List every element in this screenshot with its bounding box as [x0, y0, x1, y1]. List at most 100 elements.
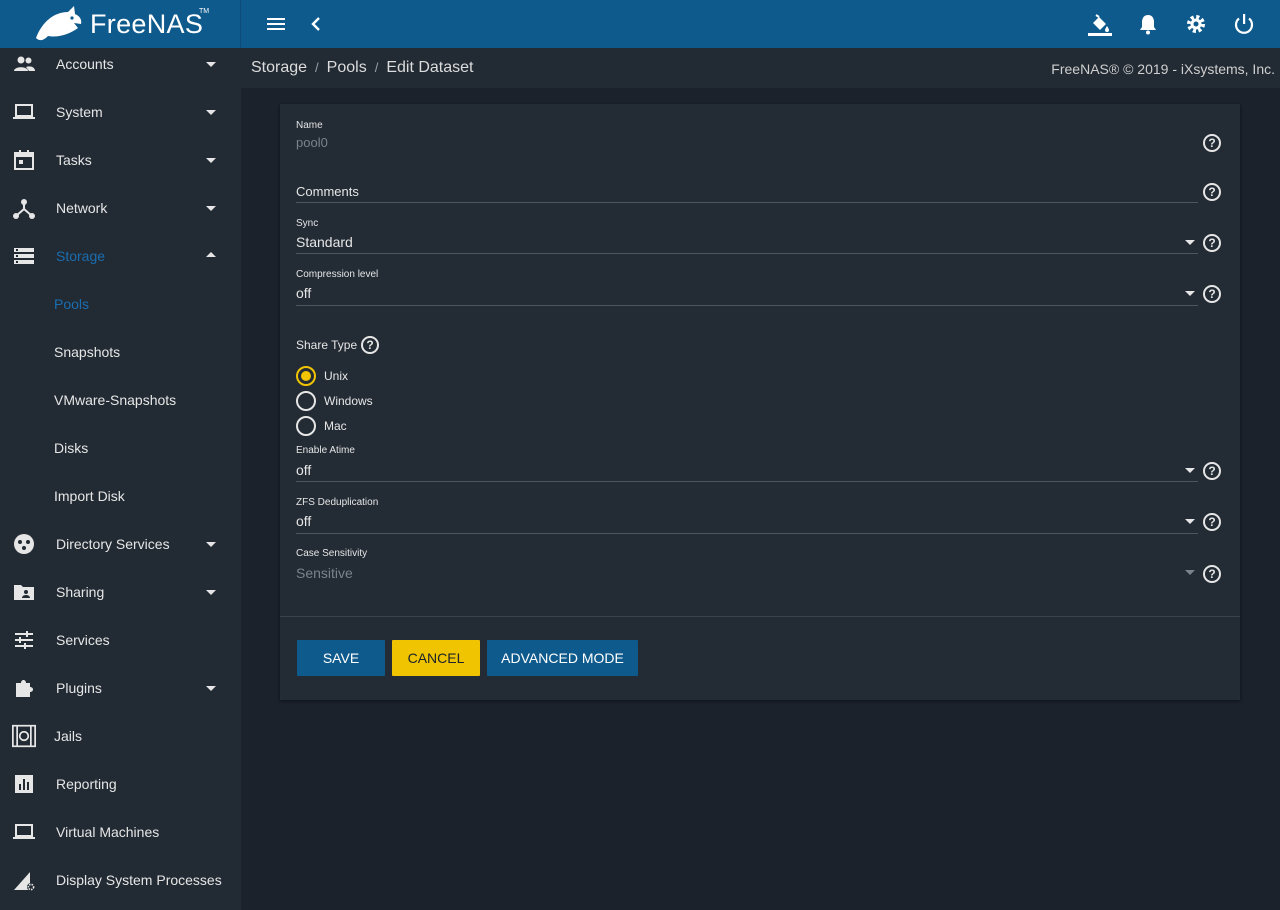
- sidebar-subitem-disks[interactable]: Disks: [0, 424, 241, 472]
- breadcrumb: Storage / Pools / Edit Dataset: [251, 59, 473, 77]
- sidebar-item-accounts[interactable]: Accounts: [0, 48, 241, 88]
- breadcrumb-current: Edit Dataset: [386, 59, 474, 76]
- sidebar-item-label: Sharing: [56, 584, 105, 600]
- gear-icon[interactable]: [1184, 12, 1208, 36]
- processes-icon: [14, 872, 35, 891]
- chevron-down-icon: [1185, 240, 1195, 245]
- top-bar: FreeNAS TM: [0, 0, 1280, 48]
- comments-input[interactable]: Comments: [296, 184, 359, 199]
- atime-underline: [296, 481, 1198, 482]
- menu-icon[interactable]: [264, 12, 288, 36]
- compression-underline: [296, 305, 1198, 306]
- chevron-down-icon: [206, 542, 216, 547]
- advanced-mode-button[interactable]: ADVANCED MODE: [487, 640, 638, 676]
- name-help-icon[interactable]: ?: [1203, 134, 1221, 152]
- folder-share-icon: [14, 585, 34, 600]
- chevron-down-icon: [206, 206, 216, 211]
- sidebar-item-system[interactable]: System: [0, 88, 241, 136]
- sync-help-icon[interactable]: ?: [1203, 234, 1221, 252]
- sidebar-item-label: Virtual Machines: [56, 824, 160, 840]
- chevron-down-icon: [1185, 468, 1195, 473]
- chevron-up-icon: [206, 252, 216, 257]
- compression-help-icon[interactable]: ?: [1203, 285, 1221, 303]
- atime-help-icon[interactable]: ?: [1203, 462, 1221, 480]
- case-sensitivity-help-icon[interactable]: ?: [1203, 565, 1221, 583]
- breadcrumb-storage[interactable]: Storage: [251, 59, 307, 76]
- sidebar-item-services[interactable]: Services: [0, 616, 241, 664]
- bell-icon[interactable]: [1136, 12, 1160, 36]
- edit-dataset-form: Name pool0 ? Comments ? Sync Standard ? …: [280, 104, 1240, 700]
- share-type-unix-radio[interactable]: [296, 366, 316, 386]
- power-icon[interactable]: [1232, 12, 1256, 36]
- sidebar-item-tasks[interactable]: Tasks: [0, 136, 241, 184]
- sidebar-item-network[interactable]: Network: [0, 184, 241, 232]
- sidebar-subitem-snapshots[interactable]: Snapshots: [0, 328, 241, 376]
- paint-bucket-icon[interactable]: [1088, 12, 1112, 36]
- sidebar: Accounts System Tasks Network Storage Po…: [0, 48, 241, 910]
- sidebar-subitem-vmware-snapshots[interactable]: VMware-Snapshots: [0, 376, 241, 424]
- atime-label: Enable Atime: [296, 445, 355, 456]
- chevron-down-icon: [206, 590, 216, 595]
- sidebar-subitem-label: VMware-Snapshots: [54, 392, 177, 408]
- sidebar-item-label: Tasks: [56, 152, 92, 168]
- sync-value[interactable]: Standard: [296, 234, 353, 250]
- sidebar-item-label: System: [56, 104, 103, 120]
- cancel-button[interactable]: CANCEL: [392, 640, 480, 676]
- form-divider: [280, 616, 1240, 617]
- brand-trademark: TM: [199, 8, 210, 15]
- chevron-down-icon: [206, 686, 216, 691]
- dedup-help-icon[interactable]: ?: [1203, 513, 1221, 531]
- sidebar-item-virtual-machines[interactable]: Virtual Machines: [0, 808, 241, 856]
- sidebar-item-storage[interactable]: Storage: [0, 232, 241, 280]
- share-type-help-icon[interactable]: ?: [361, 336, 379, 354]
- share-type-windows-label[interactable]: Windows: [324, 394, 373, 408]
- sidebar-item-display-system-processes[interactable]: Display System Processes: [0, 856, 241, 904]
- sidebar-subitem-pools[interactable]: Pools: [0, 280, 241, 328]
- comments-underline: [296, 202, 1198, 203]
- sidebar-item-sharing[interactable]: Sharing: [0, 568, 241, 616]
- sidebar-item-jails[interactable]: Jails: [0, 712, 241, 760]
- sidebar-item-label: Directory Services: [56, 536, 170, 552]
- freenas-shark-icon: [36, 6, 82, 41]
- sidebar-item-reporting[interactable]: Reporting: [0, 760, 241, 808]
- name-label: Name: [296, 120, 323, 131]
- calendar-icon: [14, 150, 34, 170]
- jail-icon: [12, 724, 36, 748]
- chart-icon: [15, 775, 33, 793]
- sidebar-subitem-import-disk[interactable]: Import Disk: [0, 472, 241, 520]
- logo-divider: [240, 0, 241, 48]
- dedup-underline: [296, 533, 1198, 534]
- sync-underline: [296, 253, 1198, 254]
- chevron-down-icon: [1185, 291, 1195, 296]
- share-type-unix-label[interactable]: Unix: [324, 369, 348, 383]
- save-button[interactable]: SAVE: [297, 640, 385, 676]
- sidebar-item-directory-services[interactable]: Directory Services: [0, 520, 241, 568]
- brand-logo[interactable]: FreeNAS TM: [0, 0, 241, 48]
- comments-help-icon[interactable]: ?: [1203, 183, 1221, 201]
- chevron-down-icon: [1185, 570, 1195, 575]
- breadcrumb-bar: Storage / Pools / Edit Dataset FreeNAS® © 20…: [241, 48, 1280, 88]
- sidebar-item-label: Display System Processes: [56, 872, 222, 888]
- network-icon: [13, 199, 35, 219]
- share-type-label: Share Type: [296, 338, 358, 352]
- directory-icon: [14, 534, 34, 554]
- sidebar-subitem-label: Import Disk: [54, 488, 125, 504]
- brand-name: FreeNAS: [90, 9, 204, 39]
- share-type-mac-radio[interactable]: [296, 416, 316, 436]
- sidebar-subitem-label: Pools: [54, 296, 90, 312]
- share-type-mac-label[interactable]: Mac: [324, 419, 347, 433]
- dedup-value[interactable]: off: [296, 513, 311, 529]
- puzzle-icon: [16, 680, 33, 697]
- sidebar-item-label: Plugins: [56, 680, 102, 696]
- compression-value[interactable]: off: [296, 285, 311, 301]
- chevron-down-icon: [206, 158, 216, 163]
- chevron-left-icon[interactable]: [304, 12, 328, 36]
- sidebar-item-plugins[interactable]: Plugins: [0, 664, 241, 712]
- breadcrumb-pools[interactable]: Pools: [327, 59, 367, 76]
- chevron-down-icon: [206, 62, 216, 67]
- sidebar-item-label: Storage: [56, 248, 106, 264]
- copyright: FreeNAS® © 2019 - iXsystems, Inc.: [1051, 61, 1275, 77]
- atime-value[interactable]: off: [296, 462, 311, 478]
- share-type-windows-radio[interactable]: [296, 391, 316, 411]
- sidebar-subitem-label: Disks: [54, 440, 89, 456]
